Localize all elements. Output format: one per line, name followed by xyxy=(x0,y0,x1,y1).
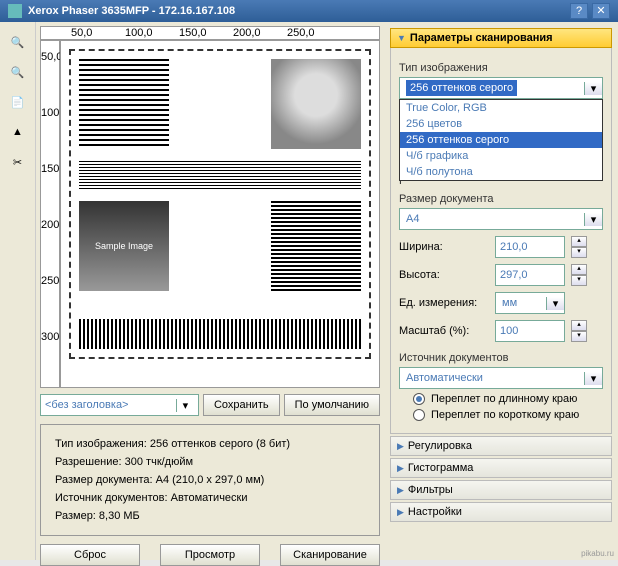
height-input[interactable]: 297,0 xyxy=(495,264,565,286)
section-settings[interactable]: ▶ Настройки xyxy=(390,502,612,522)
toolbar: 🔍 🔍 📄 ▲ ✂ xyxy=(0,22,36,560)
zoom-in-icon: 🔍 xyxy=(11,36,25,49)
doc-size-label: Размер документа xyxy=(399,193,603,205)
height-spinner[interactable]: ▴▾ xyxy=(571,264,587,286)
height-label: Высота: xyxy=(399,269,489,281)
dropdown-item[interactable]: 256 оттенков серого xyxy=(400,132,602,148)
bind-long-radio[interactable]: Переплет по длинному краю xyxy=(413,393,603,405)
chevron-right-icon: ▶ xyxy=(397,485,404,496)
ruler-vertical: 50,0100,0150,0 200,0250,0300,0 xyxy=(40,40,60,388)
chevron-right-icon: ▶ xyxy=(397,507,404,518)
units-label: Ед. измерения: xyxy=(399,297,489,309)
preview-area[interactable]: Sample Image xyxy=(60,40,380,388)
zoom-out-icon: 🔍 xyxy=(11,66,25,79)
section-adjust[interactable]: ▶ Регулировка xyxy=(390,436,612,456)
info-resolution: Разрешение: 300 тчк/дюйм xyxy=(55,453,365,471)
info-source: Источник документов: Автоматически xyxy=(55,489,365,507)
scale-label: Масштаб (%): xyxy=(399,325,489,337)
scale-input[interactable]: 100 xyxy=(495,320,565,342)
preview-image: Sample Image xyxy=(69,49,371,359)
left-panel: 50,0 100,0 150,0 200,0 250,0 50,0100,015… xyxy=(36,22,384,560)
info-image-type: Тип изображения: 256 оттенков серого (8 … xyxy=(55,435,365,453)
scan-button[interactable]: Сканирование xyxy=(280,544,380,566)
scale-spinner[interactable]: ▴▾ xyxy=(571,320,587,342)
dropdown-item[interactable]: 256 цветов xyxy=(400,116,602,132)
window-title: Xerox Phaser 3635MFP - 172.16.167.108 xyxy=(28,5,570,17)
preview-button[interactable]: Просмотр xyxy=(160,544,260,566)
help-button[interactable]: ? xyxy=(570,3,588,19)
chevron-right-icon: ▶ xyxy=(397,441,404,452)
watermark: pikabu.ru xyxy=(581,549,614,558)
scan-params-header[interactable]: ▼ Параметры сканирования xyxy=(390,28,612,48)
width-input[interactable]: 210,0 xyxy=(495,236,565,258)
info-panel: Тип изображения: 256 оттенков серого (8 … xyxy=(40,424,380,536)
dropdown-item[interactable]: Ч/б полутона xyxy=(400,164,602,180)
chevron-down-icon: ▾ xyxy=(176,399,194,412)
info-size: Размер: 8,30 МБ xyxy=(55,507,365,525)
width-spinner[interactable]: ▴▾ xyxy=(571,236,587,258)
mirror-icon: ▲ xyxy=(12,126,23,138)
save-button[interactable]: Сохранить xyxy=(203,394,280,416)
preset-select[interactable]: <без заголовка> ▾ xyxy=(40,394,199,416)
doc-size-select[interactable]: A4 ▾ xyxy=(399,208,603,230)
radio-icon xyxy=(413,409,425,421)
chevron-down-icon: ▾ xyxy=(584,82,602,95)
source-label: Источник документов xyxy=(399,352,603,364)
bind-short-radio[interactable]: Переплет по короткому краю xyxy=(413,409,603,421)
app-icon xyxy=(8,4,22,18)
right-panel: ▼ Параметры сканирования Тип изображения… xyxy=(384,22,618,560)
image-type-select[interactable]: 256 оттенков серого ▾ True Color, RGB 25… xyxy=(399,77,603,99)
image-type-dropdown: True Color, RGB 256 цветов 256 оттенков … xyxy=(399,99,603,181)
zoom-in-tool[interactable]: 🔍 xyxy=(4,28,32,56)
crop-icon: ✂ xyxy=(13,156,22,169)
chevron-down-icon: ▾ xyxy=(584,372,602,385)
dropdown-item[interactable]: True Color, RGB xyxy=(400,100,602,116)
preset-value: <без заголовка> xyxy=(45,399,176,411)
crop-tool[interactable]: ✂ xyxy=(4,148,32,176)
titlebar: Xerox Phaser 3635MFP - 172.16.167.108 ? … xyxy=(0,0,618,22)
section-histogram[interactable]: ▶ Гистограмма xyxy=(390,458,612,478)
chevron-down-icon: ▼ xyxy=(397,33,406,43)
sample-image-label: Sample Image xyxy=(79,201,169,291)
rotate-tool[interactable]: 📄 xyxy=(4,88,32,116)
zoom-out-tool[interactable]: 🔍 xyxy=(4,58,32,86)
dropdown-item[interactable]: Ч/б графика xyxy=(400,148,602,164)
chevron-down-icon: ▾ xyxy=(546,297,564,310)
radio-icon xyxy=(413,393,425,405)
width-label: Ширина: xyxy=(399,241,489,253)
ruler-horizontal: 50,0 100,0 150,0 200,0 250,0 xyxy=(40,26,380,40)
section-filters[interactable]: ▶ Фильтры xyxy=(390,480,612,500)
source-select[interactable]: Автоматически ▾ xyxy=(399,367,603,389)
close-button[interactable]: ✕ xyxy=(592,3,610,19)
chevron-right-icon: ▶ xyxy=(397,463,404,474)
mirror-tool[interactable]: ▲ xyxy=(4,118,32,146)
default-button[interactable]: По умолчанию xyxy=(284,394,380,416)
units-select[interactable]: мм ▾ xyxy=(495,292,565,314)
reset-button[interactable]: Сброс xyxy=(40,544,140,566)
chevron-down-icon: ▾ xyxy=(584,213,602,226)
info-doc-size: Размер документа: A4 (210,0 x 297,0 мм) xyxy=(55,471,365,489)
rotate-icon: 📄 xyxy=(11,96,25,109)
image-type-label: Тип изображения xyxy=(399,62,603,74)
